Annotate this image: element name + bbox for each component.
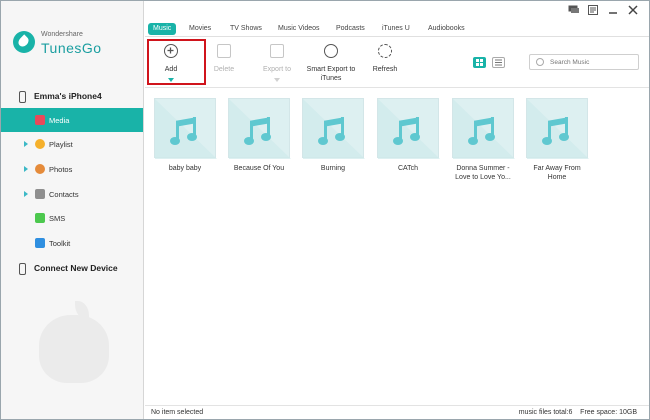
phone-icon	[19, 91, 26, 103]
minimize-icon[interactable]	[608, 5, 620, 17]
export-label: Export to	[262, 66, 291, 73]
sidebar-item-toolkit[interactable]: Toolkit	[1, 231, 143, 255]
trash-icon	[217, 44, 231, 58]
music-note-icon	[35, 115, 45, 125]
app-window: Wondershare TunesGo Emma's iPhone4 Media…	[0, 0, 650, 420]
divider	[145, 405, 649, 406]
expand-arrow-icon[interactable]	[24, 191, 28, 197]
sidebar-item-playlist[interactable]: Playlist	[1, 132, 143, 156]
search-input[interactable]	[550, 56, 636, 68]
divider	[145, 87, 649, 88]
grid-view-icon[interactable]	[473, 57, 486, 68]
tab-itunes-u[interactable]: iTunes U	[382, 23, 410, 35]
song-item[interactable]: CATch	[377, 98, 440, 198]
music-note-icon	[467, 113, 501, 147]
add-dropdown-caret-icon[interactable]	[168, 78, 174, 82]
sidebar-item-label: Playlist	[49, 140, 73, 149]
export-icon	[270, 44, 284, 58]
song-item[interactable]: Burning	[302, 98, 365, 198]
smart-export-button[interactable]: Smart Export to iTunes	[300, 41, 362, 87]
close-icon[interactable]	[628, 5, 640, 17]
song-title: Because Of You	[233, 165, 285, 172]
tab-movies[interactable]: Movies	[189, 23, 211, 35]
song-thumbnail	[377, 98, 440, 159]
search-box[interactable]	[529, 54, 639, 70]
connect-new-device[interactable]: Connect New Device	[1, 259, 143, 279]
device-header[interactable]: Emma's iPhone4	[1, 87, 143, 107]
refresh-label: Refresh	[372, 66, 398, 73]
storage-status: music files total:6 Free space: 10GB	[518, 409, 637, 416]
sidebar-item-media[interactable]: Media	[1, 108, 143, 132]
selection-status: No item selected	[151, 409, 204, 416]
sms-icon	[35, 213, 45, 223]
song-thumbnail	[154, 98, 217, 159]
logo-icon	[13, 31, 35, 53]
tab-podcasts[interactable]: Podcasts	[336, 23, 365, 35]
smart-export-icon	[324, 44, 338, 58]
tab-music[interactable]: Music	[148, 23, 177, 35]
brand-company: Wondershare	[41, 31, 83, 38]
brand-product: TunesGo	[41, 40, 102, 56]
sidebar-item-label: Contacts	[49, 190, 79, 199]
export-dropdown-caret-icon[interactable]	[274, 78, 280, 82]
feedback-icon[interactable]	[588, 5, 600, 17]
sidebar-item-label: Media	[49, 116, 70, 125]
search-icon	[536, 58, 544, 66]
tab-audiobooks[interactable]: Audiobooks	[428, 23, 465, 35]
sidebar-item-label: Toolkit	[49, 239, 71, 248]
add-icon	[164, 44, 178, 58]
song-item[interactable]: Because Of You	[228, 98, 291, 198]
sidebar-item-label: Photos	[49, 165, 73, 174]
playlist-icon	[35, 139, 45, 149]
song-item[interactable]: baby baby	[154, 98, 217, 198]
song-thumbnail	[302, 98, 365, 159]
song-item[interactable]: Donna Summer - Love to Love Yo...	[452, 98, 515, 198]
sidebar-item-label: SMS	[49, 214, 66, 223]
song-thumbnail	[526, 98, 589, 159]
expand-arrow-icon[interactable]	[24, 141, 28, 147]
phone-icon	[19, 263, 26, 275]
photos-icon	[35, 164, 45, 174]
contacts-icon	[35, 189, 45, 199]
song-thumbnail	[228, 98, 291, 159]
sidebar-item-contacts[interactable]: Contacts	[1, 182, 143, 206]
sidebar-item-photos[interactable]: Photos	[1, 157, 143, 181]
song-item[interactable]: Far Away From Home	[526, 98, 589, 198]
connect-device-label: Connect New Device	[34, 263, 118, 273]
music-note-icon	[541, 113, 575, 147]
song-title: Far Away From Home	[533, 165, 581, 181]
music-note-icon	[317, 113, 351, 147]
tab-tv-shows[interactable]: TV Shows	[230, 23, 262, 35]
device-name: Emma's iPhone4	[34, 91, 102, 101]
refresh-button[interactable]: Refresh	[354, 41, 416, 87]
music-note-icon	[243, 113, 277, 147]
expand-arrow-icon[interactable]	[24, 166, 28, 172]
apple-logo-watermark	[39, 301, 109, 383]
song-thumbnail	[452, 98, 515, 159]
list-view-icon[interactable]	[492, 57, 505, 68]
song-title: baby baby	[168, 165, 202, 172]
music-note-icon	[392, 113, 426, 147]
message-icon[interactable]	[568, 5, 580, 17]
sidebar: Wondershare TunesGo Emma's iPhone4 Media…	[1, 1, 144, 419]
sidebar-item-sms[interactable]: SMS	[1, 206, 143, 230]
smart-export-label: Smart Export to iTunes	[306, 66, 356, 82]
music-note-icon	[169, 113, 203, 147]
app-logo: Wondershare TunesGo	[13, 25, 143, 65]
divider	[145, 36, 649, 37]
song-title: CATch	[397, 165, 419, 172]
toolkit-icon	[35, 238, 45, 248]
tab-music-videos[interactable]: Music Videos	[278, 23, 320, 35]
song-title: Burning	[320, 165, 346, 172]
refresh-icon	[378, 44, 392, 58]
song-title: Donna Summer - Love to Love Yo...	[455, 165, 511, 181]
